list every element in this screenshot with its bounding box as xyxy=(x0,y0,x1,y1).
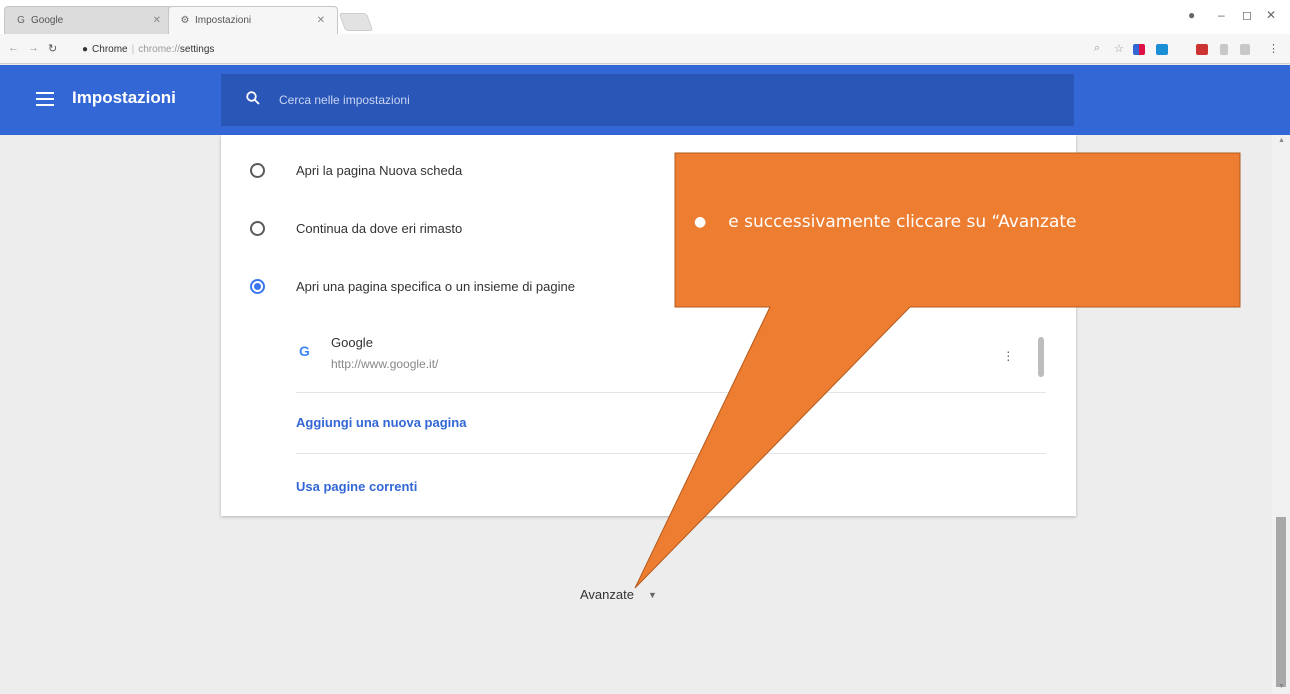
callout-label: e successivamente cliccare su “Avanzate xyxy=(728,212,1077,232)
extension-icon[interactable] xyxy=(1156,44,1168,55)
hamburger-menu-icon[interactable] xyxy=(36,92,54,106)
extension-icon[interactable] xyxy=(1220,44,1228,55)
gear-icon: ⚙ xyxy=(180,15,190,26)
address-bar[interactable]: ● Chrome | chrome:// settings xyxy=(82,39,1082,59)
scroll-up-icon[interactable]: ▲ xyxy=(1278,137,1285,144)
browser-toolbar: ← → ↻ ● Chrome | chrome:// settings ⌕ ☆ … xyxy=(0,34,1290,64)
scroll-down-icon[interactable]: ▼ xyxy=(1278,683,1285,690)
omnibox-separator: | xyxy=(131,43,135,55)
page-list-scrollbar[interactable] xyxy=(1038,337,1044,377)
settings-header: Impostazioni xyxy=(0,65,1290,135)
minimize-button[interactable]: – xyxy=(1218,8,1225,22)
extension-icon[interactable] xyxy=(1133,44,1145,55)
radio-button-checked[interactable] xyxy=(250,278,265,294)
reload-icon[interactable]: ↻ xyxy=(48,42,57,55)
forward-icon[interactable]: → xyxy=(28,42,39,54)
advanced-label: Avanzate xyxy=(580,587,634,602)
back-icon[interactable]: ← xyxy=(8,42,19,54)
page-scrollbar[interactable]: ▲ ▼ xyxy=(1272,135,1290,694)
chrome-menu-icon[interactable]: ⋮ xyxy=(1268,42,1279,55)
radio-option-specific-pages[interactable]: Apri una pagina specifica o un insieme d… xyxy=(221,266,1076,306)
startup-card: Apri la pagina Nuova scheda Continua da … xyxy=(221,135,1076,516)
tab-strip: G Google ✕ ⚙ Impostazioni ✕ ● – ◻ ✕ xyxy=(0,0,1290,34)
radio-button[interactable] xyxy=(250,220,265,236)
advanced-toggle[interactable]: Avanzate ▼ xyxy=(580,587,657,602)
close-window-button[interactable]: ✕ xyxy=(1266,8,1276,22)
new-tab-button[interactable] xyxy=(338,13,374,31)
page-name: Google xyxy=(331,335,373,350)
search-input[interactable] xyxy=(279,89,979,111)
page-title: Impostazioni xyxy=(72,88,176,107)
more-options-icon[interactable]: · · · xyxy=(1006,344,1011,366)
radio-button[interactable] xyxy=(250,162,265,178)
extension-icon[interactable] xyxy=(1196,44,1208,55)
google-favicon-icon: G xyxy=(299,343,310,359)
divider xyxy=(296,392,1046,393)
tab-title: Google xyxy=(31,15,64,26)
extension-icon[interactable] xyxy=(1240,44,1250,55)
secure-label: Chrome xyxy=(92,43,128,55)
radio-label: Apri la pagina Nuova scheda xyxy=(296,162,463,178)
bullet-icon: ● xyxy=(694,214,707,230)
profile-icon[interactable]: ● xyxy=(1188,8,1195,22)
scrollbar-thumb[interactable] xyxy=(1276,517,1286,687)
page-url: http://www.google.it/ xyxy=(331,357,439,371)
radio-label: Apri una pagina specifica o un insieme d… xyxy=(296,278,575,294)
search-icon xyxy=(246,91,260,105)
translate-icon[interactable]: ⌕ xyxy=(1094,42,1100,55)
divider xyxy=(296,453,1046,454)
callout-text: ● e successivamente cliccare su “Avanzat… xyxy=(694,212,1234,232)
dropdown-arrow-icon: ▼ xyxy=(647,589,657,600)
tab-impostazioni[interactable]: ⚙ Impostazioni ✕ xyxy=(168,6,338,34)
close-tab-icon[interactable]: ✕ xyxy=(153,15,161,26)
chrome-icon: ● xyxy=(82,43,89,55)
tab-title: Impostazioni xyxy=(195,15,252,26)
close-tab-icon[interactable]: ✕ xyxy=(317,15,325,26)
google-favicon-icon: G xyxy=(17,15,25,26)
search-bar[interactable] xyxy=(221,74,1074,126)
bookmark-star-icon[interactable]: ☆ xyxy=(1114,42,1124,55)
maximize-button[interactable]: ◻ xyxy=(1242,8,1252,22)
add-page-link[interactable]: Aggiungi una nuova pagina xyxy=(296,415,466,430)
tab-google[interactable]: G Google ✕ xyxy=(4,6,174,34)
startup-page-entry: G Google http://www.google.it/ · · · xyxy=(296,329,1046,387)
url-scheme: chrome:// xyxy=(138,43,180,55)
url-path: settings xyxy=(179,43,215,55)
radio-label: Continua da dove eri rimasto xyxy=(296,220,463,236)
radio-option-new-tab[interactable]: Apri la pagina Nuova scheda xyxy=(221,150,1076,190)
use-current-pages-link[interactable]: Usa pagine correnti xyxy=(296,479,417,494)
